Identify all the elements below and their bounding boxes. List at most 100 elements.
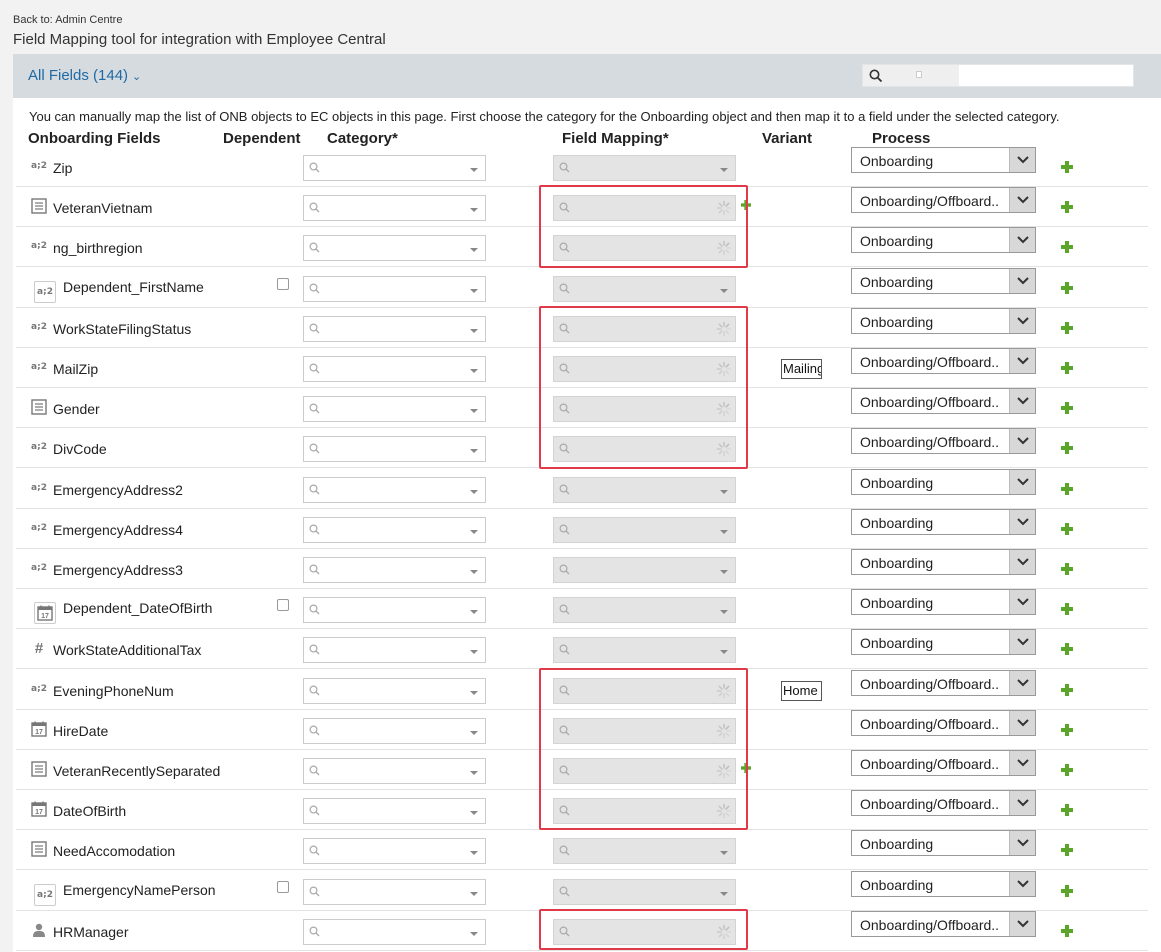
chevron-down-icon[interactable]	[1009, 871, 1035, 896]
field-mapping-combobox[interactable]	[553, 637, 736, 664]
process-select[interactable]: Onboarding/Offboard..	[851, 388, 1036, 415]
process-select[interactable]: Onboarding	[851, 629, 1036, 656]
field-mapping-combobox[interactable]	[553, 798, 736, 825]
dropdown-arrow-icon[interactable]	[463, 236, 485, 260]
category-combobox[interactable]	[303, 798, 486, 825]
dropdown-arrow-icon[interactable]	[463, 558, 485, 582]
dropdown-arrow-icon[interactable]	[463, 719, 485, 743]
field-mapping-combobox[interactable]	[553, 677, 736, 704]
chevron-down-icon[interactable]	[1009, 831, 1035, 856]
field-mapping-combobox[interactable]	[553, 315, 736, 342]
category-combobox[interactable]	[303, 396, 486, 423]
process-select[interactable]: Onboarding	[851, 549, 1036, 575]
dropdown-arrow-icon[interactable]	[463, 357, 485, 381]
category-combobox[interactable]	[303, 717, 486, 744]
dropdown-arrow-icon[interactable]	[713, 277, 735, 301]
category-combobox[interactable]	[303, 516, 486, 543]
add-icon[interactable]	[1061, 563, 1073, 575]
dependent-checkbox[interactable]	[277, 599, 289, 612]
field-mapping-combobox[interactable]	[553, 878, 736, 905]
field-mapping-combobox[interactable]	[553, 838, 736, 865]
category-combobox[interactable]	[303, 637, 486, 664]
category-combobox[interactable]	[303, 315, 486, 342]
category-combobox[interactable]	[303, 155, 486, 181]
category-combobox[interactable]	[303, 436, 486, 463]
dropdown-arrow-icon[interactable]	[713, 196, 735, 220]
dropdown-arrow-icon[interactable]	[713, 679, 735, 703]
process-select[interactable]: Onboarding	[851, 267, 1036, 294]
dropdown-arrow-icon[interactable]	[463, 196, 485, 220]
dropdown-arrow-icon[interactable]	[713, 880, 735, 904]
process-select[interactable]: Onboarding/Offboard..	[851, 750, 1036, 776]
field-mapping-combobox[interactable]	[553, 918, 736, 945]
category-combobox[interactable]	[303, 597, 486, 624]
chevron-down-icon[interactable]	[1009, 228, 1035, 253]
chevron-down-icon[interactable]	[1009, 389, 1035, 414]
add-icon[interactable]	[1061, 402, 1073, 415]
add-icon[interactable]	[1061, 362, 1073, 374]
chevron-down-icon[interactable]	[1009, 791, 1035, 816]
chevron-down-icon[interactable]	[1009, 751, 1035, 775]
category-combobox[interactable]	[303, 235, 486, 262]
dropdown-arrow-icon[interactable]	[713, 236, 735, 260]
field-mapping-combobox[interactable]	[553, 557, 736, 583]
field-mapping-combobox[interactable]	[553, 516, 736, 543]
process-select[interactable]: Onboarding	[851, 307, 1036, 334]
dropdown-arrow-icon[interactable]	[713, 759, 735, 783]
add-icon[interactable]	[741, 200, 751, 211]
category-combobox[interactable]	[303, 476, 486, 503]
category-combobox[interactable]	[303, 677, 486, 704]
add-icon[interactable]	[1061, 844, 1073, 857]
dropdown-arrow-icon[interactable]	[463, 839, 485, 863]
add-icon[interactable]	[1061, 924, 1073, 937]
field-mapping-combobox[interactable]	[553, 275, 736, 302]
dropdown-arrow-icon[interactable]	[713, 317, 735, 341]
field-mapping-combobox[interactable]	[553, 717, 736, 744]
process-select[interactable]: Onboarding/Offboard..	[851, 910, 1036, 937]
add-icon[interactable]	[1061, 281, 1073, 294]
category-combobox[interactable]	[303, 838, 486, 865]
search-input[interactable]	[959, 65, 1133, 86]
category-combobox[interactable]	[303, 878, 486, 905]
chevron-down-icon[interactable]	[1009, 911, 1035, 936]
chevron-down-icon[interactable]	[1009, 469, 1035, 494]
field-mapping-combobox[interactable]	[553, 396, 736, 423]
add-icon[interactable]	[1061, 723, 1073, 736]
add-icon[interactable]	[1061, 603, 1073, 616]
chevron-down-icon[interactable]	[1009, 710, 1035, 735]
category-combobox[interactable]	[303, 557, 486, 583]
dropdown-arrow-icon[interactable]	[713, 478, 735, 502]
dropdown-arrow-icon[interactable]	[713, 558, 735, 582]
add-icon[interactable]	[1061, 884, 1073, 897]
dropdown-arrow-icon[interactable]	[713, 156, 735, 180]
category-combobox[interactable]	[303, 918, 486, 945]
dropdown-arrow-icon[interactable]	[463, 518, 485, 542]
dropdown-arrow-icon[interactable]	[713, 397, 735, 421]
process-select[interactable]: Onboarding	[851, 147, 1036, 173]
process-select[interactable]: Onboarding	[851, 589, 1036, 616]
dropdown-arrow-icon[interactable]	[713, 437, 735, 461]
process-select[interactable]: Onboarding	[851, 508, 1036, 535]
chevron-down-icon[interactable]	[1009, 268, 1035, 293]
field-mapping-combobox[interactable]	[553, 436, 736, 463]
field-mapping-combobox[interactable]	[553, 155, 736, 181]
dropdown-arrow-icon[interactable]	[463, 437, 485, 461]
dropdown-arrow-icon[interactable]	[463, 397, 485, 421]
dropdown-arrow-icon[interactable]	[713, 357, 735, 381]
add-icon[interactable]	[1061, 201, 1073, 214]
add-icon[interactable]	[1061, 442, 1073, 455]
chevron-down-icon[interactable]	[1009, 590, 1035, 615]
all-fields-dropdown[interactable]: All Fields (144) ⌄	[28, 67, 141, 84]
process-select[interactable]: Onboarding	[851, 870, 1036, 897]
chevron-down-icon[interactable]	[1009, 630, 1035, 655]
process-select[interactable]: Onboarding/Offboard..	[851, 187, 1036, 214]
dropdown-arrow-icon[interactable]	[463, 317, 485, 341]
chevron-down-icon[interactable]	[1009, 349, 1035, 373]
dropdown-arrow-icon[interactable]	[463, 920, 485, 944]
chevron-down-icon[interactable]	[1009, 188, 1035, 213]
dropdown-arrow-icon[interactable]	[463, 679, 485, 703]
add-icon[interactable]	[1061, 321, 1073, 334]
dropdown-arrow-icon[interactable]	[713, 799, 735, 823]
add-icon[interactable]	[1061, 482, 1073, 495]
dropdown-arrow-icon[interactable]	[463, 277, 485, 301]
